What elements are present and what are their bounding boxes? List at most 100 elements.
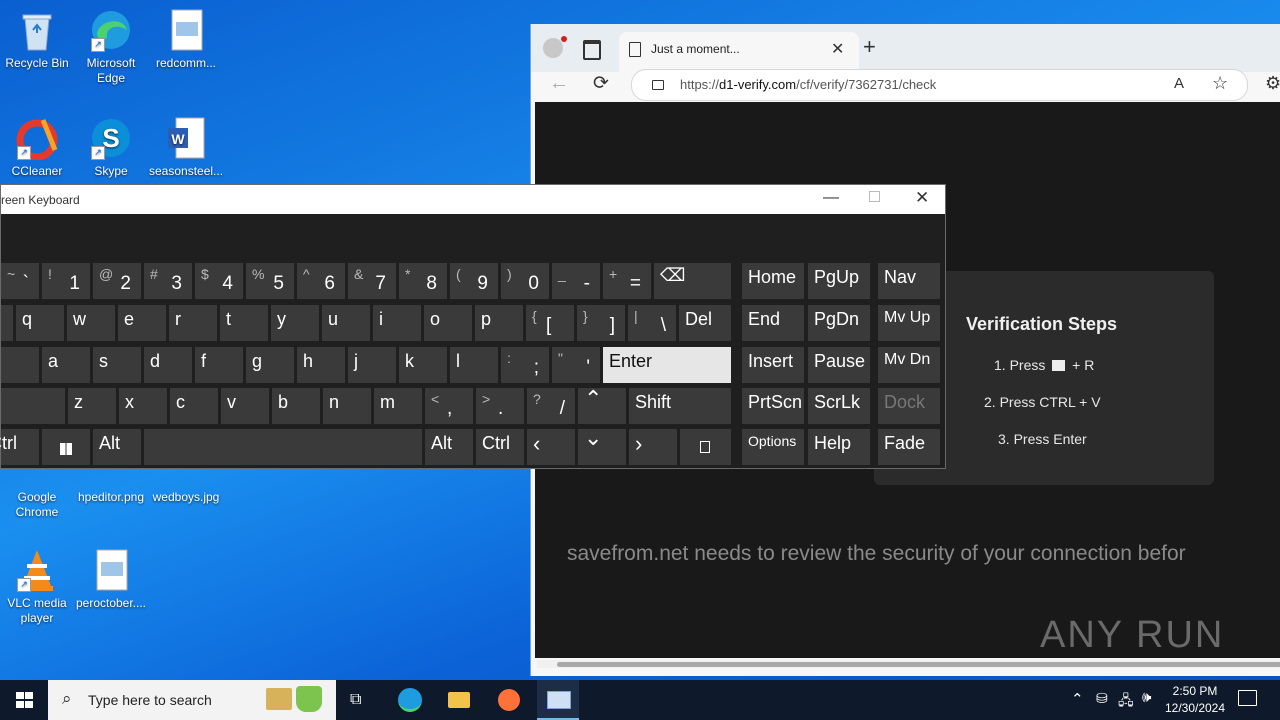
key-r[interactable]: r — [169, 305, 217, 341]
key-f[interactable]: f — [195, 347, 243, 383]
network-icon[interactable]: 🖧 — [1118, 690, 1134, 714]
key-semicolon[interactable]: :; — [501, 347, 549, 383]
key-9[interactable]: (9 — [450, 263, 498, 299]
key-scrlk[interactable]: ScrLk — [808, 388, 870, 424]
key-space[interactable] — [144, 429, 422, 465]
key-left-arrow[interactable]: ‹ — [527, 429, 575, 465]
key-quote[interactable]: " ' — [552, 347, 600, 383]
desktop-icon-peroctober[interactable]: peroctober.... — [74, 548, 148, 611]
key-s[interactable]: s — [93, 347, 141, 383]
key-minus[interactable]: _ - — [552, 263, 600, 299]
back-icon[interactable]: ← — [549, 72, 569, 95]
key-t[interactable]: t — [220, 305, 268, 341]
key-z[interactable]: z — [68, 388, 116, 424]
close-icon[interactable]: ✕ — [915, 188, 929, 208]
key-a[interactable]: a — [42, 347, 90, 383]
key-k[interactable]: k — [399, 347, 447, 383]
key-6[interactable]: ^ 6 — [297, 263, 345, 299]
key-w[interactable]: w — [67, 305, 115, 341]
key-caps[interactable] — [1, 347, 39, 383]
taskbar-search[interactable]: ⌕ Type here to search — [48, 680, 336, 720]
key-b[interactable]: b — [272, 388, 320, 424]
key-windows[interactable] — [42, 429, 90, 465]
start-button[interactable] — [0, 680, 48, 720]
key-prtscn[interactable]: PrtScn — [742, 388, 804, 424]
key-mv-up[interactable]: Mv Up — [878, 305, 940, 341]
key-8[interactable]: * 8 — [399, 263, 447, 299]
extensions-icon[interactable]: ⚙ — [1265, 73, 1280, 94]
key-dock[interactable]: Dock — [878, 388, 940, 424]
desktop-icon-hpeditor[interactable]: hpeditor.png — [74, 490, 148, 505]
desktop-icon-recycle-bin[interactable]: Recycle Bin — [0, 8, 74, 71]
key-enter[interactable]: Enter — [603, 347, 731, 383]
key-down-arrow[interactable]: ⌄ — [578, 425, 626, 465]
volume-icon[interactable]: 🕪 — [1142, 689, 1151, 706]
key-g[interactable]: g — [246, 347, 294, 383]
key-shift-right[interactable]: Shift — [629, 388, 731, 424]
key-backspace[interactable]: ⌫ — [654, 263, 731, 299]
task-view-icon[interactable]: ⧉ — [350, 691, 361, 709]
key-equals[interactable]: + = — [603, 263, 651, 299]
key-backtick[interactable]: ~ ` — [1, 263, 39, 299]
key-pgdn[interactable]: PgDn — [808, 305, 870, 341]
desktop-icon-vlc[interactable]: ↗ VLC media player — [0, 548, 74, 626]
key-q[interactable]: q — [16, 305, 64, 341]
key-ctrl-right[interactable]: Ctrl — [476, 429, 524, 465]
favorite-star-icon[interactable]: ☆ — [1212, 73, 1228, 94]
desktop-icon-chrome[interactable]: Google Chrome — [0, 490, 74, 520]
network-drive-icon[interactable]: ⛁ — [1096, 690, 1108, 707]
key-up-arrow[interactable]: ⌃ — [578, 386, 626, 424]
key-3[interactable]: #3 — [144, 263, 192, 299]
close-tab-icon[interactable]: ✕ — [831, 39, 844, 59]
key-backslash[interactable]: | \ — [628, 305, 676, 341]
key-4[interactable]: $4 — [195, 263, 243, 299]
tab-just-a-moment[interactable]: Just a moment... ✕ — [619, 32, 859, 72]
key-pause[interactable]: Pause — [808, 347, 870, 383]
key-e[interactable]: e — [118, 305, 166, 341]
key-del[interactable]: Del — [679, 305, 731, 341]
key-shift-left[interactable] — [1, 388, 65, 424]
key-i[interactable]: i — [373, 305, 421, 341]
key-x[interactable]: x — [119, 388, 167, 424]
taskbar-osk-button[interactable] — [537, 680, 579, 720]
key-alt-left[interactable]: Alt — [93, 429, 141, 465]
key-h[interactable]: h — [297, 347, 345, 383]
key-v[interactable]: v — [221, 388, 269, 424]
read-aloud-icon[interactable]: A — [1174, 75, 1184, 92]
key-right-arrow[interactable]: › — [629, 429, 677, 465]
key-o[interactable]: o — [424, 305, 472, 341]
key-menu[interactable] — [680, 429, 731, 465]
key-fade[interactable]: Fade — [878, 429, 940, 465]
key-insert[interactable]: Insert — [742, 347, 804, 383]
maximize-icon[interactable] — [869, 191, 880, 202]
key-2[interactable]: @2 — [93, 263, 141, 299]
new-tab-icon[interactable]: + — [863, 34, 876, 60]
refresh-icon[interactable]: ⟳ — [593, 72, 609, 95]
key-0[interactable]: ) 0 — [501, 263, 549, 299]
key-n[interactable]: n — [323, 388, 371, 424]
key-alt-right[interactable]: Alt — [425, 429, 473, 465]
key-ctrl-left[interactable]: Ctrl — [0, 429, 39, 465]
desktop-icon-wedboys[interactable]: wedboys.jpg — [149, 490, 223, 505]
file-explorer-icon[interactable] — [448, 692, 470, 708]
key-p[interactable]: p — [475, 305, 523, 341]
firefox-icon[interactable] — [498, 689, 520, 711]
key-slash[interactable]: ? / — [527, 388, 575, 424]
clock[interactable]: 2:50 PM 12/30/2024 — [1160, 683, 1230, 717]
key-u[interactable]: u — [322, 305, 370, 341]
taskbar-edge-icon[interactable] — [398, 688, 422, 712]
profile-icon[interactable] — [543, 36, 567, 58]
desktop-icon-ccleaner[interactable]: ↗ CCleaner — [0, 116, 74, 179]
key-mv-dn[interactable]: Mv Dn — [878, 347, 940, 383]
minimize-icon[interactable]: — — [823, 189, 839, 207]
key-m[interactable]: m — [374, 388, 422, 424]
key-left-bracket[interactable]: {[ — [526, 305, 574, 341]
key-right-bracket[interactable]: }] — [577, 305, 625, 341]
key-y[interactable]: y — [271, 305, 319, 341]
key-tab[interactable] — [1, 305, 13, 341]
key-l[interactable]: l — [450, 347, 498, 383]
horizontal-scrollbar[interactable] — [537, 660, 1280, 668]
desktop-icon-edge[interactable]: ↗ Microsoft Edge — [74, 8, 148, 86]
key-5[interactable]: % 5 — [246, 263, 294, 299]
key-pgup[interactable]: PgUp — [808, 263, 870, 299]
